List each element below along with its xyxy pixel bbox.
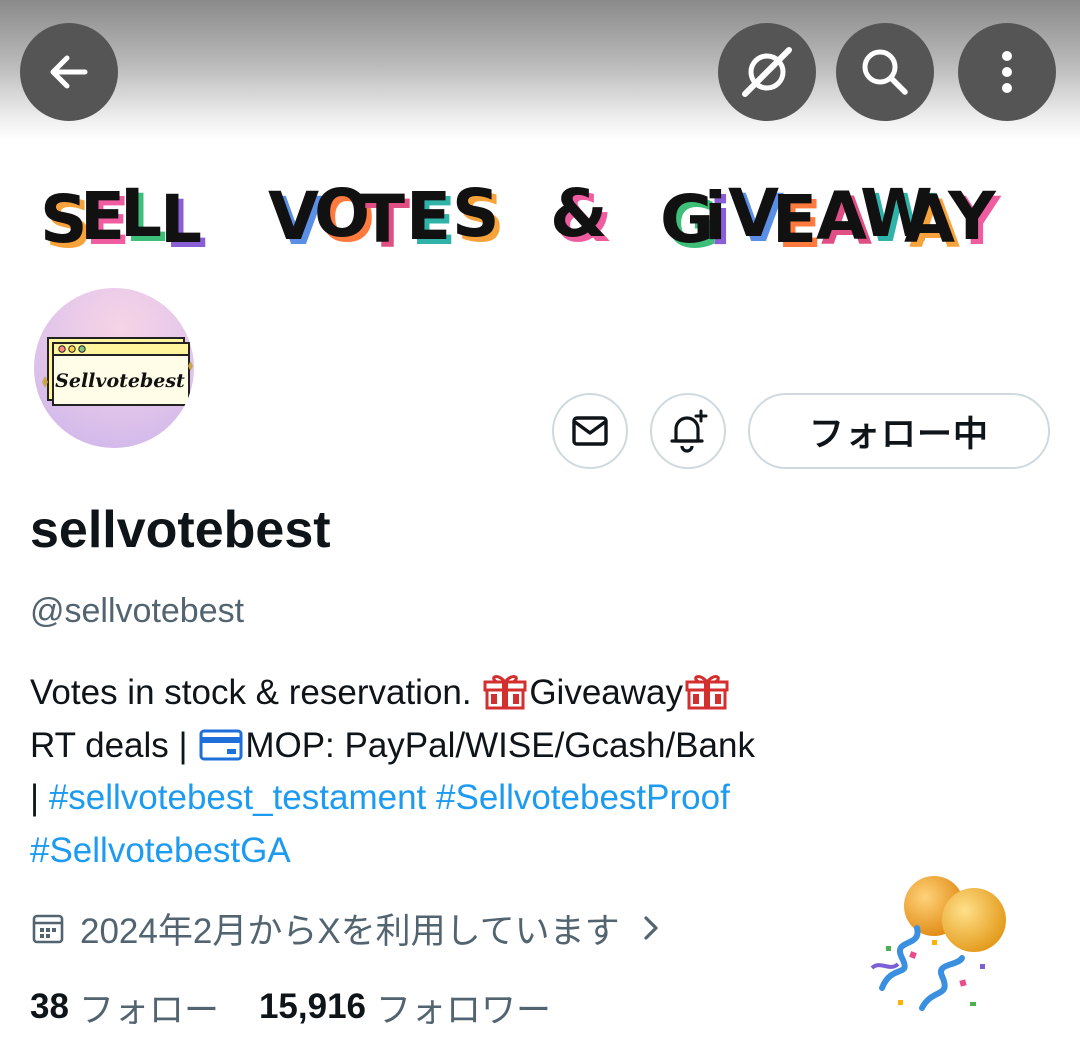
bio-line-3: | #sellvotebest_testament #SellvotebestP… [30, 772, 1050, 825]
banner-letter: i [704, 178, 727, 255]
chevron-right-icon [644, 916, 658, 940]
followers-label: フォロワー [376, 990, 552, 1030]
hashtag-link[interactable]: #sellvotebest_testament [49, 778, 426, 817]
banner-letter: V [268, 178, 319, 255]
balloons-confetti-icon [870, 876, 1006, 1011]
banner-letter: L [160, 181, 202, 258]
banner-letter: Y [947, 178, 997, 255]
banner-letter: E [80, 178, 125, 255]
user-handle: @sellvotebest [30, 592, 245, 630]
back-button[interactable] [20, 23, 118, 121]
avatar-logo-text: Sellvotebest [55, 370, 185, 392]
banner-letter: E [406, 178, 451, 255]
more-vertical-icon [1002, 51, 1012, 93]
following-label: フォロー [78, 990, 219, 1030]
followers-count-link[interactable]: 15,916 フォロワー [259, 982, 551, 1033]
gift-icon [483, 675, 527, 710]
envelope-icon [572, 416, 608, 446]
message-button[interactable] [552, 393, 628, 469]
bio-line-2: RT deals | MOP: PayPal/WISE/Gcash/Bank [30, 720, 1050, 773]
avatar-logo: Sellvotebest [42, 337, 193, 406]
grok-icon [742, 47, 792, 97]
following-count: 38 [30, 987, 69, 1026]
banner-letter: T [360, 181, 405, 258]
search-button[interactable] [836, 23, 934, 121]
followers-count: 15,916 [258, 987, 367, 1026]
bio-line-1: Votes in stock & reservation. Giveaway [30, 667, 1050, 720]
profile-avatar[interactable]: Sellvotebest [31, 285, 197, 451]
join-date-text: 2024年2月からXを利用しています [80, 911, 620, 951]
gift-icon [685, 675, 729, 710]
join-date-row[interactable]: 2024年2月からXを利用しています [30, 903, 662, 953]
notifications-button[interactable] [650, 393, 726, 469]
credit-card-icon [199, 729, 243, 760]
banner-letter: E [772, 181, 817, 258]
banner-letter: & [550, 175, 608, 252]
bio-text: Giveaway [529, 673, 683, 712]
bio-text: MOP: PayPal/WISE/Gcash/Bank [245, 725, 755, 765]
arrow-left-icon [50, 55, 88, 89]
hashtag-link[interactable]: #SellvotebestGA [30, 831, 291, 870]
more-options-button[interactable] [958, 23, 1056, 121]
calendar-icon [32, 914, 64, 944]
bio-text: | [30, 778, 49, 817]
grok-button[interactable] [718, 23, 816, 121]
following-button[interactable]: フォロー中 [748, 393, 1050, 469]
display-name: sellvotebest [30, 501, 331, 559]
hashtag-link[interactable]: #SellvotebestProof [436, 778, 730, 817]
following-count-link[interactable]: 38 フォロー [30, 982, 219, 1033]
banner-letter: L [120, 175, 162, 252]
profile-bio: Votes in stock & reservation. Giveaway R… [30, 667, 1050, 877]
bell-plus-icon [670, 409, 708, 453]
banner-title-art: SSEE LL LL VV OOTT EE SS && GGii VVEE AAWWAAYY [40, 175, 1002, 263]
bio-text: RT deals | [30, 725, 198, 765]
banner-letter: S [452, 175, 500, 252]
bio-text: Votes in stock & reservation. [30, 673, 482, 712]
follow-counts: 38 フォロー 15,916 フォロワー [30, 982, 551, 1032]
search-icon [862, 49, 908, 95]
